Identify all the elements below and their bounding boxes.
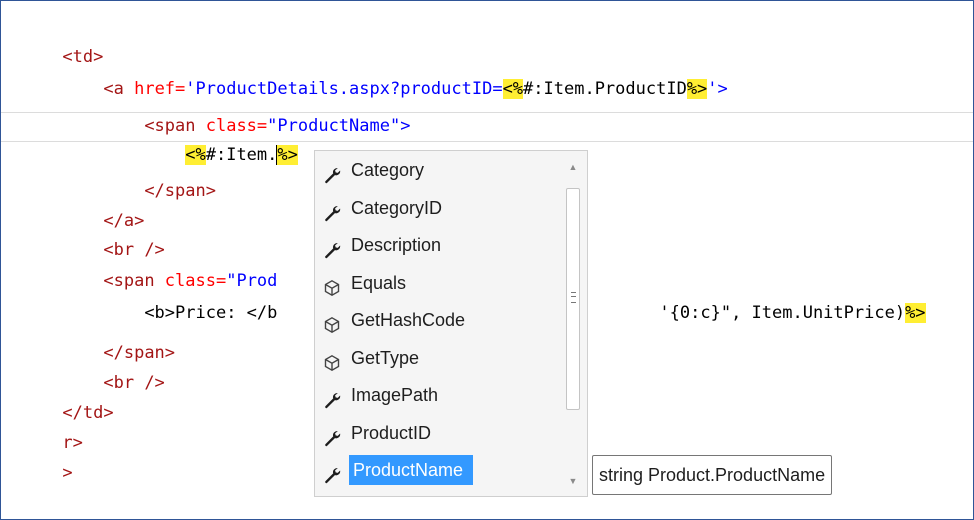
code-line: <br />	[103, 240, 165, 260]
completion-item-label: GetHashCode	[351, 310, 466, 330]
scrollbar-thumb[interactable]	[566, 188, 580, 410]
completion-item-categoryid[interactable]: CategoryID	[315, 191, 557, 225]
completion-item-imagepath[interactable]: ImagePath	[315, 378, 557, 412]
completion-item-label: GetType	[351, 347, 420, 368]
code-line: <b>Price: </b	[144, 303, 278, 323]
href-value-end: '>	[707, 79, 728, 99]
code-line: </td>	[62, 403, 114, 423]
code-line: <span class="ProductName">	[144, 116, 411, 136]
completion-item-category[interactable]: Category	[315, 153, 557, 187]
completion-scrollbar[interactable]: ▲ ▼	[559, 151, 587, 496]
expression-close-marker: %>	[686, 79, 708, 99]
code-line: <a href='ProductDetails.aspx?productID=<…	[1, 47, 728, 99]
code-line-tail: '{0:c}", Item.UnitPrice)%>	[659, 303, 926, 323]
wrench-property-icon	[323, 199, 341, 221]
completion-item-label: Equals	[351, 272, 407, 293]
completion-item-label: Description	[351, 235, 442, 255]
code-line: r>	[62, 433, 83, 453]
completion-item-label: Category	[351, 160, 425, 180]
code-line: <td>	[1, 15, 103, 67]
quick-info-tooltip: string Product.ProductName	[592, 455, 833, 495]
cube-method-icon	[323, 349, 341, 371]
wrench-property-icon	[323, 386, 341, 409]
cube-method-icon	[323, 311, 341, 334]
expression-open-marker: <%	[502, 79, 524, 99]
intellisense-completion-list[interactable]: Category CategoryID Description Equals GetHa…	[314, 150, 588, 497]
completion-item-productid[interactable]: ProductID	[315, 416, 557, 450]
completion-item-equals[interactable]: Equals	[315, 266, 557, 300]
completion-item-description[interactable]: Description	[315, 228, 557, 262]
wrench-property-icon	[323, 461, 341, 484]
code-line: <br />	[103, 373, 165, 393]
code-line: </span>	[144, 181, 216, 201]
databinding-expression: #:Item.ProductID	[523, 79, 687, 99]
code-line: </span>	[103, 343, 176, 363]
wrench-property-icon	[323, 161, 341, 184]
completion-item-label: CategoryID	[351, 197, 443, 218]
grip-icon	[571, 292, 576, 303]
completion-item-label: ImagePath	[351, 385, 439, 405]
scroll-up-arrow-icon[interactable]: ▲	[559, 155, 587, 179]
code-editor-window: <td> <a href='ProductDetails.aspx?produc…	[0, 0, 974, 520]
wrench-property-icon	[323, 424, 341, 446]
code-line: <span class="Prod	[103, 271, 278, 291]
expression-close-marker: %>	[277, 145, 298, 165]
code-line: </a>	[103, 211, 145, 231]
databinding-expression: #:Item.	[205, 145, 278, 165]
wrench-property-icon	[323, 236, 341, 259]
completion-item-gethashcode[interactable]: GetHashCode	[315, 303, 557, 337]
completion-item-productname[interactable]: ProductName	[315, 453, 557, 487]
code-line: >	[62, 463, 73, 483]
cube-method-icon	[323, 274, 341, 296]
expression-close-marker: %>	[905, 303, 926, 323]
completion-item-label: ProductID	[351, 422, 432, 443]
code-line-current: <%#:Item.%>	[1, 113, 298, 165]
completion-item-label: ProductName	[349, 455, 474, 485]
scroll-down-arrow-icon[interactable]: ▼	[559, 469, 587, 493]
completion-item-gettype[interactable]: GetType	[315, 341, 557, 375]
